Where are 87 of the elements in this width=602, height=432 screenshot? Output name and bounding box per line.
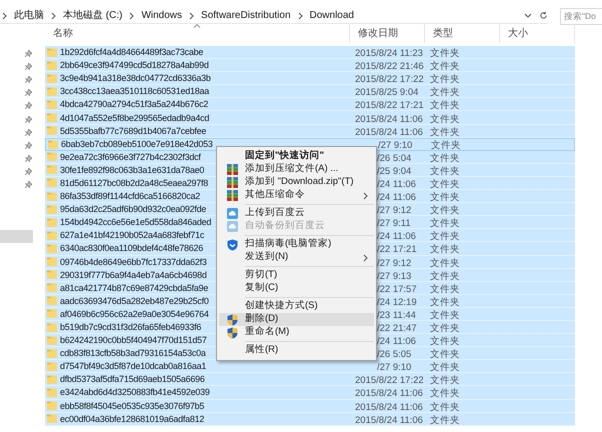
file-type: 文件夹 [431, 140, 461, 152]
file-name: ec00df04a36bfe128681019a6adfa812 [60, 412, 204, 425]
date-modified: /27 9:10 [377, 362, 412, 374]
file-type: 文件夹 [430, 74, 460, 86]
file-name: 81d5d61127bc08b2d2a48c5eaea297f8 [60, 176, 208, 189]
file-name: b624242190c0bb5f404947f70d151d57 [60, 334, 207, 346]
file-name: 30fe1fe892f98c063b3a1e631da78ae0 [60, 164, 204, 176]
file-name: 290319f777b6a9f4a4eb7a4a6cb4698d [60, 268, 207, 281]
date-modified: /27 9:11 [377, 218, 411, 230]
date-modified: 2015/8/24 11:06 [355, 126, 423, 138]
file-type: 文件夹 [430, 336, 460, 348]
date-modified: /24 12:19 [377, 296, 417, 308]
date-modified: 2015/8/24 11:06 [355, 388, 423, 400]
file-type: 文件夹 [430, 349, 460, 360]
file-name: 6340ac830f0ea1109bdef4c48fe78626 [60, 242, 203, 254]
file-type: 文件夹 [430, 284, 460, 295]
file-name: 3cc438cc13aea3510118c60531ed18aa [60, 85, 209, 98]
file-type: 文件夹 [430, 414, 460, 426]
file-name: 2bb649ce3f947499cd5d18278a4ab99d [60, 59, 209, 72]
file-name: 95da63d2c25adf6b90d932c0ea092fde [60, 203, 206, 216]
file-name: 9e2ea72c3f6966e3f727b4c2302f3dcf [60, 150, 201, 163]
file-type: 文件夹 [430, 100, 460, 112]
date-modified: /26 5:04 [377, 152, 412, 164]
date-modified: 2015/8/24 11:23 [355, 48, 423, 60]
file-type: 文件夹 [430, 296, 460, 308]
file-type: 文件夹 [430, 323, 460, 334]
file-name: a81ca421774b87c69e87429cbda5fa9e [60, 282, 208, 294]
date-modified: /22 21:47 [377, 323, 417, 334]
date-modified: /24 11:06 [377, 336, 416, 348]
file-type: 文件夹 [430, 258, 460, 269]
file-type: 文件夹 [430, 362, 460, 374]
date-modified: 2015/8/25 9:04 [355, 87, 418, 98]
date-modified: /22 17:21 [377, 244, 417, 256]
file-type: 文件夹 [430, 402, 460, 413]
file-type: 文件夹 [430, 178, 460, 190]
date-modified: /27 9:12 [377, 205, 412, 216]
file-type: 文件夹 [430, 388, 460, 400]
date-modified: /27 9:12 [377, 258, 412, 269]
file-type: 文件夹 [430, 114, 460, 125]
file-name: b519db7c9cd31f3d26fa65feb46933f6 [60, 321, 202, 334]
date-modified: 2015/8/24 11:06 [355, 402, 423, 413]
file-type: 文件夹 [430, 152, 460, 164]
date-modified: 2015/8/22 17:22 [355, 74, 424, 86]
file-type: 文件夹 [430, 231, 460, 242]
date-modified: /27 9:13 [377, 270, 412, 282]
date-modified: /27 9:10 [378, 140, 412, 152]
date-modified: 2015/8/22 21:46 [355, 61, 424, 72]
file-type: 文件夹 [430, 218, 460, 230]
file-name: 3c9e4b941a318e38dc04772cd6336a3b [60, 72, 211, 84]
date-modified: 2015/8/24 11:06 [355, 414, 423, 426]
date-modified: 2015/8/22 17:22 [355, 375, 424, 386]
file-type: 文件夹 [430, 375, 460, 386]
file-type: 文件夹 [430, 87, 460, 98]
file-name: 1b292d6fcf4a4d84664489f3ac73cabe [60, 46, 204, 58]
file-name: 4bdca42790a2794c51f3a5a244b676c2 [60, 98, 208, 110]
file-type: 文件夹 [430, 244, 460, 256]
file-name: d7547bf49c3d5f87de10dcab0a816aa1 [60, 360, 206, 372]
file-name: 4d1047a552e5f8be299565edadb9a4cd [60, 112, 210, 124]
file-name: 6bab3eb7cb089eb5100e7e918e42d053 [61, 138, 213, 150]
file-name: 09746b4de8649e6bb7fc17337dda62f3 [60, 256, 207, 268]
date-modified: /24 11:06 [377, 192, 416, 204]
date-modified: 2015/8/22 17:21 [355, 100, 424, 112]
date-modified: /26 5:05 [377, 349, 412, 360]
file-name: e3424abd6d4d3250883fb41e4592e039 [60, 386, 210, 398]
file-name: aadc63693476d5a282eb487e29b25cf0 [60, 294, 209, 307]
file-name: 86fa353df89f1144cfd6ca5166820ca2 [60, 190, 200, 202]
file-name: 5d5355bafb77c7689d1b4067a7cebfee [60, 124, 206, 137]
file-type: 文件夹 [430, 192, 460, 204]
file-type: 文件夹 [430, 48, 460, 60]
file-name: af0469b6c956c62a2e9a0e3054e96764 [60, 308, 209, 320]
file-type: 文件夹 [430, 166, 460, 177]
file-type: 文件夹 [430, 205, 460, 216]
date-modified: /24 11:06 [377, 231, 416, 242]
date-modified: /24 11:06 [377, 178, 416, 190]
file-name: dfbd5373af5dfa715d69aeb1505a6696 [60, 373, 205, 386]
file-name: ebb58f8f45045e0535c935e3076f97b5 [60, 400, 204, 412]
file-type: 文件夹 [430, 126, 460, 138]
file-type: 文件夹 [430, 270, 460, 282]
file-type: 文件夹 [430, 310, 460, 321]
file-name: cdb83f813cfb58b3ad79316154a53c0a [60, 347, 206, 360]
date-modified: 2015/8/24 11:06 [355, 114, 423, 125]
date-modified: /23 11:44 [377, 310, 416, 321]
file-name: 154bd4942cc6e56e1e5d558da846aded [60, 216, 212, 228]
file-name: 627a1e41bf42190b052a4a683febf71c [60, 229, 204, 242]
file-type: 文件夹 [430, 61, 460, 72]
date-modified: /25 9:04 [377, 166, 412, 177]
date-modified: /22 17:57 [377, 284, 417, 295]
